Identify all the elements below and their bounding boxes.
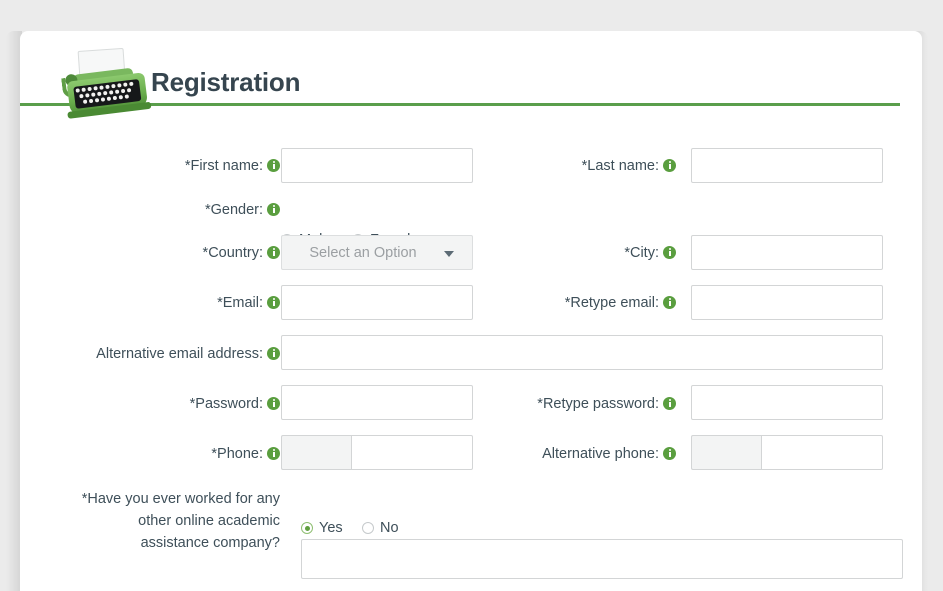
worked-before-option-no[interactable]: No [362,520,399,536]
info-icon[interactable] [267,246,280,259]
info-icon[interactable] [663,159,676,172]
info-icon[interactable] [663,447,676,460]
gender-label: *Gender: [70,201,280,220]
retype-email-label: *Retype email: [420,294,676,313]
retype-password-label: *Retype password: [410,395,676,414]
password-label: *Password: [70,395,280,414]
last-name-label: *Last name: [420,157,676,176]
radio-no-label: No [380,520,399,536]
email-label: *Email: [70,294,280,313]
page-title: Registration [151,67,301,97]
info-icon[interactable] [267,296,280,309]
info-icon[interactable] [267,203,280,216]
info-icon[interactable] [663,246,676,259]
radio-yes-label: Yes [319,520,343,536]
worked-before-label-line2: other online academic [138,513,280,529]
first-name-label: *First name: [70,157,280,176]
typewriter-icon [56,44,156,123]
info-icon[interactable] [267,159,280,172]
phone-prefix-input[interactable] [281,435,351,470]
alternative-phone-prefix-input[interactable] [691,435,761,470]
info-icon[interactable] [663,296,676,309]
last-name-input[interactable] [691,148,883,183]
registration-card: Registration *First name: *Last name: *G… [20,31,922,591]
worked-before-label: *Have you ever worked for any other onli… [50,488,280,554]
info-icon[interactable] [267,347,280,360]
radio-no[interactable] [362,522,374,534]
worked-before-label-line3: assistance company? [140,535,280,551]
alternative-email-label: Alternative email address: [30,345,280,364]
retype-password-input[interactable] [691,385,883,420]
radio-yes[interactable] [301,522,313,534]
city-input[interactable] [691,235,883,270]
page-header: Registration [20,31,922,119]
worked-before-label-line1: *Have you ever worked for any [81,491,280,507]
country-label: *Country: [70,244,280,263]
retype-email-input[interactable] [691,285,883,320]
worked-before-detail-textarea[interactable] [301,539,903,579]
worked-before-option-yes[interactable]: Yes [301,520,343,536]
city-label: *City: [420,244,676,263]
alternative-phone-input[interactable] [761,435,883,470]
info-icon[interactable] [663,397,676,410]
phone-label: *Phone: [70,445,280,464]
info-icon[interactable] [267,447,280,460]
alternative-phone-label: Alternative phone: [410,445,676,464]
alternative-email-input[interactable] [281,335,883,370]
info-icon[interactable] [267,397,280,410]
